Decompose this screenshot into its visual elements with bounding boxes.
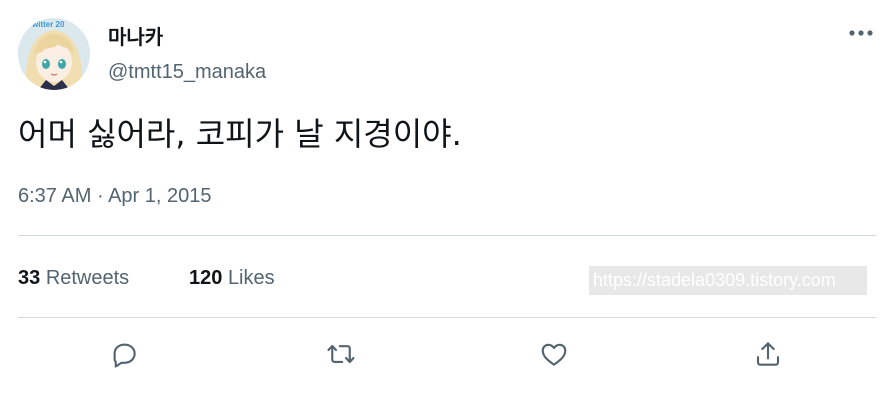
avatar[interactable]: witter 20 [18, 18, 90, 90]
share-icon [756, 342, 780, 366]
tweet-date[interactable]: Apr 1, 2015 [108, 185, 211, 207]
retweets-count: 33 [18, 267, 41, 289]
handle[interactable]: @tmtt15_manaka [108, 60, 266, 84]
likes-label: Likes [227, 267, 275, 289]
reply-button[interactable] [102, 334, 146, 374]
reply-icon [113, 343, 136, 368]
retweet-button[interactable] [319, 334, 363, 374]
timestamp: 6:37 AM · Apr 1, 2015 [18, 184, 212, 208]
retweets-label: Retweets [45, 267, 130, 289]
more-options-button[interactable] [845, 20, 877, 46]
watermark: https://stadela0309.tistory.com [589, 266, 867, 295]
likes-stat[interactable]: 120 Likes [189, 266, 275, 290]
tweet-card: witter 20 마나카 @tmtt15_manaka 어머 싫어라, 코피가… [0, 0, 894, 409]
like-button[interactable] [532, 334, 576, 374]
retweet-icon [327, 344, 355, 364]
more-horizontal-icon [849, 30, 873, 36]
avatar-overlay-text: witter 20 [31, 20, 65, 29]
timestamp-separator: · [96, 185, 104, 207]
divider [18, 235, 876, 236]
tweet-text: 어머 싫어라, 코피가 날 지경이야. [18, 115, 462, 153]
display-name[interactable]: 마나카 [108, 25, 163, 49]
tweet-time[interactable]: 6:37 AM [18, 185, 91, 207]
retweets-stat[interactable]: 33 Retweets [18, 266, 129, 290]
share-button[interactable] [746, 334, 790, 374]
likes-count: 120 [189, 267, 223, 289]
heart-icon [541, 343, 567, 366]
divider [18, 317, 876, 318]
